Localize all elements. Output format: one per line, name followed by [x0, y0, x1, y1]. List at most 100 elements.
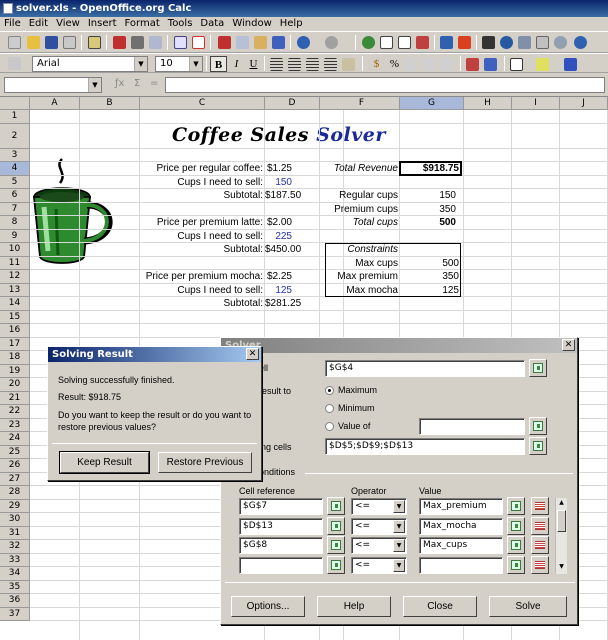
find-icon[interactable] — [482, 36, 495, 49]
row-header[interactable]: 8 — [0, 216, 30, 230]
page-preview-icon[interactable] — [149, 36, 162, 49]
menu-tools[interactable]: Tools — [164, 17, 197, 31]
merge-cells-icon[interactable] — [342, 58, 355, 71]
condition-cell-ref[interactable]: $G$7 — [239, 498, 323, 515]
chart-icon[interactable] — [440, 36, 453, 49]
row-header[interactable]: 25 — [0, 445, 30, 459]
italic-button[interactable]: I — [228, 56, 245, 72]
name-box[interactable]: ▼ — [4, 77, 102, 93]
chevron-down-icon[interactable]: ▼ — [393, 519, 405, 533]
close-icon[interactable]: ✕ — [246, 348, 259, 360]
row-header[interactable]: 10 — [0, 243, 30, 257]
currency-format-icon[interactable]: $ — [368, 56, 385, 72]
condition-value[interactable]: Max_premium — [419, 498, 503, 515]
font-color-icon[interactable] — [564, 58, 577, 71]
row-header[interactable]: 27 — [0, 472, 30, 486]
chevron-down-icon[interactable]: ▼ — [88, 78, 101, 92]
row-header[interactable]: 32 — [0, 540, 30, 554]
cups-value[interactable]: 150 — [400, 189, 456, 202]
condition-cell-ref[interactable]: $G$8 — [239, 537, 323, 554]
row-header[interactable]: 9 — [0, 229, 30, 243]
menu-view[interactable]: View — [52, 17, 84, 31]
remove-condition-icon[interactable] — [531, 497, 549, 515]
column-header[interactable]: F — [324, 97, 400, 110]
condition-operator-select[interactable]: <= ▼ — [351, 498, 407, 515]
condition-value[interactable]: Max_cups — [419, 537, 503, 554]
row-header[interactable]: 12 — [0, 270, 30, 284]
cell-label[interactable]: Cups I need to sell: — [86, 284, 263, 297]
paste-icon[interactable] — [254, 36, 267, 49]
cell-value[interactable]: 125 — [265, 284, 292, 297]
cell-label[interactable]: Price per premium latte: — [86, 216, 263, 229]
format-paintbrush-icon[interactable] — [272, 36, 285, 49]
scroll-thumb[interactable] — [557, 510, 566, 532]
condition-value[interactable] — [419, 556, 503, 574]
row-header[interactable]: 5 — [0, 175, 30, 189]
sum-icon[interactable]: Σ — [134, 78, 140, 89]
row-header[interactable]: 18 — [0, 351, 30, 365]
font-size-combo[interactable]: 10 ▼ — [155, 56, 203, 72]
cell-value[interactable]: $2.00 — [265, 216, 292, 229]
cell-value[interactable]: $281.25 — [265, 297, 301, 310]
condition-operator-select[interactable]: <= ▼ — [351, 537, 407, 554]
column-header[interactable]: J — [560, 97, 608, 110]
justify-icon[interactable] — [324, 58, 337, 71]
menu-insert[interactable]: Insert — [84, 17, 121, 31]
gallery-icon[interactable] — [518, 36, 531, 49]
cups-value[interactable]: 500 — [400, 216, 456, 229]
row-header[interactable]: 23 — [0, 418, 30, 432]
shrink-select-icon[interactable] — [327, 555, 345, 574]
bold-button[interactable]: B — [210, 56, 227, 72]
align-right-icon[interactable] — [306, 58, 319, 71]
maximum-radio[interactable] — [325, 386, 334, 395]
row-header[interactable]: 36 — [0, 594, 30, 608]
constraint-label[interactable]: Max mocha — [326, 284, 398, 297]
restore-previous-button[interactable]: Restore Previous — [158, 452, 252, 473]
close-button[interactable]: Close — [403, 596, 477, 617]
shrink-select-icon[interactable] — [327, 536, 345, 554]
minimum-radio[interactable] — [325, 404, 334, 413]
email-icon[interactable] — [63, 36, 76, 49]
cups-label[interactable]: Regular cups — [326, 189, 398, 202]
shrink-select-icon[interactable] — [507, 536, 525, 554]
row-header[interactable]: 33 — [0, 553, 30, 567]
cut-icon[interactable] — [218, 36, 231, 49]
chevron-down-icon[interactable]: ▼ — [393, 500, 405, 513]
cups-label[interactable]: Premium cups — [326, 203, 398, 216]
row-header[interactable]: 35 — [0, 580, 30, 594]
row-header[interactable]: 34 — [0, 567, 30, 581]
menu-edit[interactable]: Edit — [25, 17, 52, 31]
row-header[interactable]: 26 — [0, 459, 30, 473]
row-header[interactable]: 2 — [0, 123, 30, 149]
remove-condition-icon[interactable] — [531, 536, 549, 554]
condition-value[interactable]: Max_mocha — [419, 517, 503, 535]
redo-icon[interactable] — [325, 36, 338, 49]
font-name-combo[interactable]: Arial ▼ — [32, 56, 148, 72]
constraint-value[interactable]: 125 — [400, 284, 459, 297]
row-header[interactable]: 16 — [0, 324, 30, 338]
solve-button[interactable]: Solve — [489, 596, 567, 617]
cell-label[interactable]: Cups I need to sell: — [86, 230, 263, 243]
row-header[interactable]: 37 — [0, 607, 30, 621]
data-sources-icon[interactable] — [536, 36, 549, 49]
open-folder-icon[interactable] — [27, 36, 40, 49]
row-header[interactable]: 13 — [0, 283, 30, 297]
column-header[interactable]: G — [400, 97, 464, 110]
close-icon[interactable]: ✕ — [562, 339, 575, 351]
underline-button[interactable]: U — [245, 56, 262, 72]
menu-data[interactable]: Data — [196, 17, 228, 31]
column-header[interactable]: I — [512, 97, 560, 110]
keep-result-button[interactable]: Keep Result — [59, 451, 150, 474]
row-header[interactable]: 1 — [0, 110, 30, 124]
save-icon[interactable] — [45, 36, 58, 49]
delete-decimal-icon[interactable] — [440, 58, 453, 71]
zoom-icon[interactable] — [554, 36, 567, 49]
new-document-icon[interactable] — [8, 36, 21, 49]
shrink-select-icon[interactable] — [529, 437, 547, 455]
cups-label[interactable]: Total cups — [326, 216, 398, 229]
autospellcheck-icon[interactable] — [192, 36, 205, 49]
row-header[interactable]: 17 — [0, 337, 30, 351]
column-header[interactable]: H — [464, 97, 512, 110]
condition-operator-select[interactable]: <= ▼ — [351, 556, 407, 574]
remove-condition-icon[interactable] — [531, 555, 549, 574]
